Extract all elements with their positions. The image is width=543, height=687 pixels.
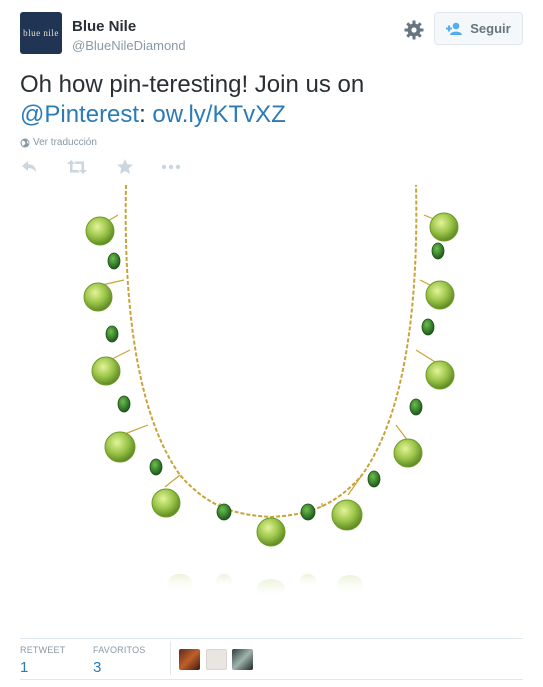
favoriter-avatar[interactable] [206, 649, 227, 670]
tweet-image[interactable] [20, 184, 523, 625]
avatar-logo: blue nile [23, 28, 59, 38]
url-link[interactable]: ow.ly/KTvXZ [152, 101, 285, 128]
tweet-text-body: Oh how pin-teresting! Join us on [20, 71, 365, 98]
favoriter-avatar[interactable] [179, 649, 200, 670]
retweet-stat-label: RETWEET [20, 645, 66, 655]
stats-divider [170, 641, 171, 675]
gear-icon[interactable] [404, 20, 424, 40]
translate-label: Ver traducción [33, 137, 97, 148]
reply-icon[interactable] [20, 157, 40, 177]
favoriter-avatar[interactable] [232, 649, 253, 670]
translate-link[interactable]: Ver traducción [20, 137, 97, 148]
tweet-header: blue nile Blue Nile @BlueNileDiamond Seg… [20, 12, 523, 58]
add-user-icon [446, 22, 463, 35]
favorite-icon[interactable] [115, 157, 135, 177]
retweet-stat[interactable]: RETWEET 1 [20, 645, 65, 676]
favorites-stat-value: 3 [93, 659, 102, 676]
user-handle[interactable]: @BlueNileDiamond [72, 38, 186, 53]
tweet-text: Oh how pin-teresting! Join us on @Pinter… [20, 70, 520, 130]
necklace-image [83, 184, 459, 599]
globe-icon [20, 138, 30, 147]
favorites-stat[interactable]: FAVORITOS 3 [93, 645, 145, 676]
retweet-stat-value: 1 [20, 659, 29, 676]
user-name[interactable]: Blue Nile [72, 18, 136, 35]
tweet-stats: RETWEET 1 FAVORITOS 3 [20, 638, 523, 680]
follow-button[interactable]: Seguir [434, 12, 523, 45]
mention-link[interactable]: @Pinterest [20, 101, 139, 128]
tweet-separator: : [139, 101, 146, 128]
retweet-icon[interactable] [66, 157, 88, 177]
favorites-stat-label: FAVORITOS [93, 645, 146, 655]
more-icon[interactable] [160, 157, 182, 177]
follow-label: Seguir [470, 21, 511, 36]
avatar[interactable]: blue nile [20, 12, 62, 54]
